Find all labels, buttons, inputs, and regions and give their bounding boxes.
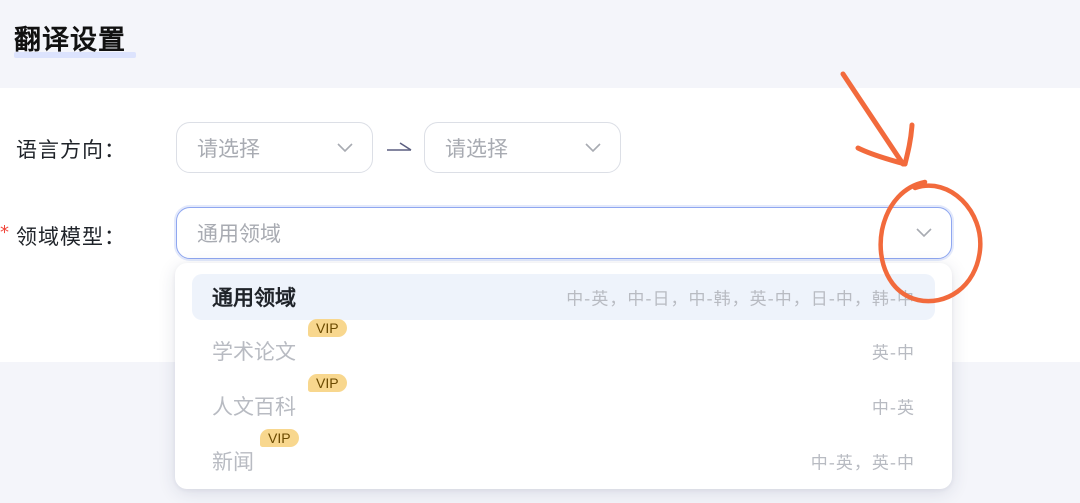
- language-direction-label: 语言方向：: [16, 138, 126, 162]
- option-name: 人文百科: [212, 395, 296, 419]
- option-languages: 英-中: [871, 343, 915, 364]
- required-mark: *: [0, 222, 9, 243]
- dropdown-option-news[interactable]: 新闻 VIP 中-英，英-中: [192, 429, 935, 484]
- option-languages: 中-英，英-中: [810, 453, 915, 474]
- source-language-select[interactable]: 请选择: [176, 122, 373, 173]
- vip-badge: VIP: [308, 374, 347, 392]
- domain-model-dropdown: 通用领域 中-英，中-日，中-韩，英-中，日-中，韩-中 学术论文 VIP 英-…: [175, 263, 952, 489]
- dropdown-option-general[interactable]: 通用领域 中-英，中-日，中-韩，英-中，日-中，韩-中: [192, 274, 935, 320]
- source-language-placeholder: 请选择: [197, 136, 260, 161]
- vip-badge: VIP: [260, 429, 299, 447]
- page-header: 翻译设置: [0, 0, 1080, 88]
- domain-model-value: 通用领域: [197, 222, 281, 246]
- domain-model-label: 领域模型：: [16, 225, 126, 249]
- chevron-down-icon[interactable]: [915, 227, 933, 239]
- target-language-select[interactable]: 请选择: [424, 122, 621, 173]
- target-language-placeholder: 请选择: [445, 136, 508, 161]
- title-underline: [14, 52, 136, 58]
- option-name: 学术论文: [212, 340, 296, 364]
- option-name: 新闻: [212, 450, 254, 474]
- chevron-down-icon: [585, 142, 601, 152]
- option-name: 通用领域: [212, 286, 296, 310]
- arrow-right-icon: [387, 142, 412, 151]
- dropdown-option-academic[interactable]: 学术论文 VIP 英-中: [192, 319, 935, 374]
- domain-model-select[interactable]: 通用领域: [176, 207, 952, 259]
- dropdown-option-humanities[interactable]: 人文百科 VIP 中-英: [192, 374, 935, 429]
- option-languages: 中-英，中-日，中-韩，英-中，日-中，韩-中: [566, 289, 915, 310]
- vip-badge: VIP: [308, 319, 347, 337]
- chevron-down-icon: [337, 142, 353, 152]
- option-languages: 中-英: [871, 398, 915, 419]
